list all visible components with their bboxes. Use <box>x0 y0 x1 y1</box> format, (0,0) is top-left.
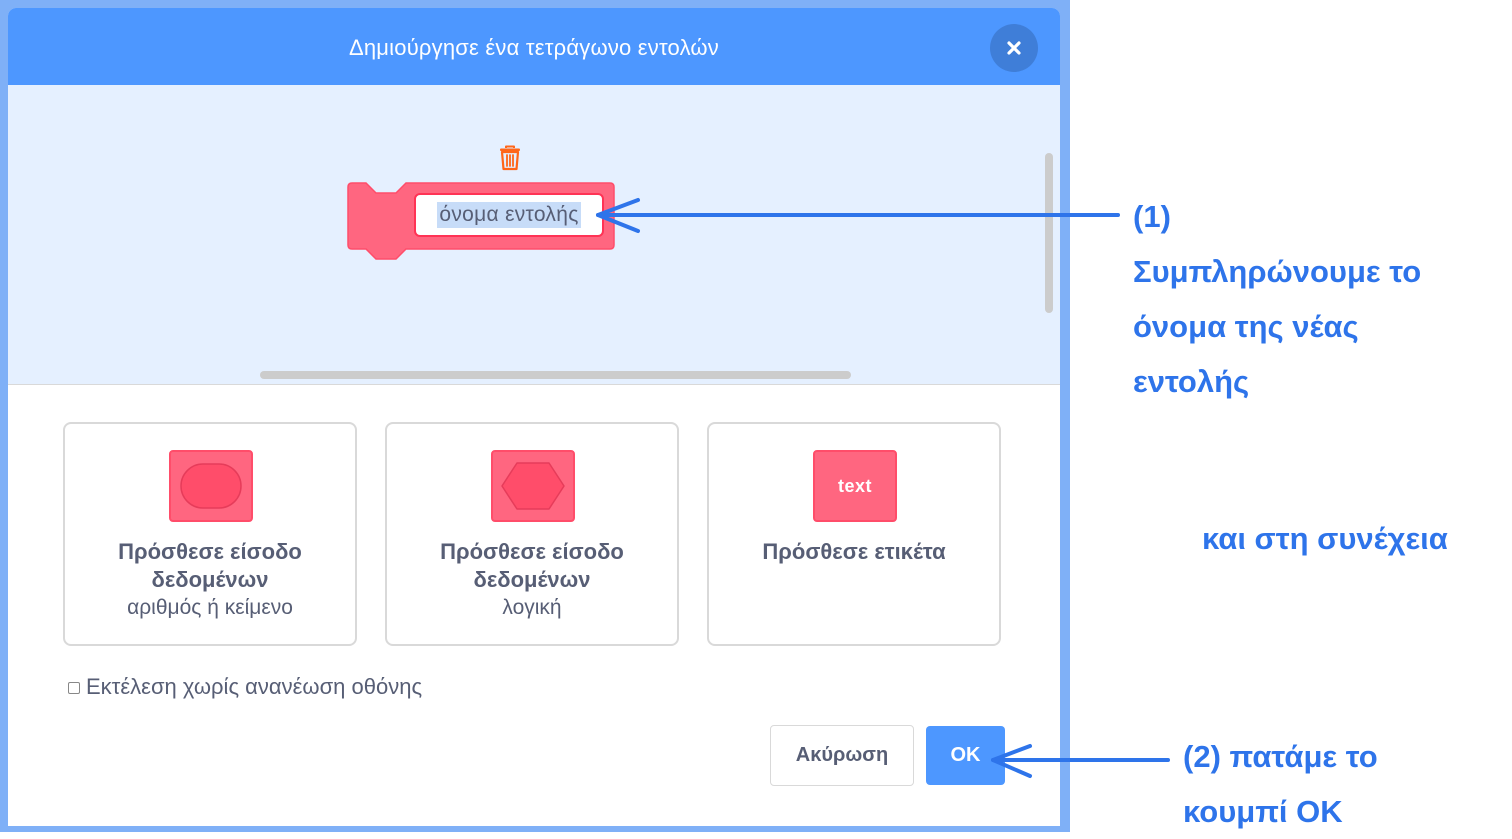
option-title: Πρόσθεσε είσοδο δεδομένων <box>118 539 302 592</box>
block-name-input[interactable]: όνομα εντολής <box>414 193 604 237</box>
block-name-text: όνομα εντολής <box>437 202 581 228</box>
run-without-refresh-checkbox[interactable] <box>68 682 80 694</box>
add-input-boolean-button[interactable]: Πρόσθεσε είσοδο δεδομένων λογική <box>385 422 679 646</box>
run-without-refresh-label: Εκτέλεση χωρίς ανανέωση οθόνης <box>86 674 423 699</box>
block-preview-workspace: όνομα εντολής <box>8 85 1060 385</box>
annotation-middle: και στη συνέχεια <box>1202 521 1448 556</box>
add-input-number-text-button[interactable]: Πρόσθεσε είσοδο δεδομένων αριθμός ή κείμ… <box>63 422 357 646</box>
horizontal-scrollbar[interactable] <box>260 371 851 379</box>
modal-header: Δημιούργησε ένα τετράγωνο εντολών <box>8 8 1060 85</box>
close-button[interactable] <box>990 24 1038 72</box>
modal-title: Δημιούργησε ένα τετράγωνο εντολών <box>348 35 720 60</box>
annotation-step1: (1) Συμπληρώνουμε το όνομα της νέας εντο… <box>1133 199 1422 399</box>
close-icon <box>1007 41 1021 55</box>
trash-icon[interactable] <box>498 145 522 171</box>
ok-button[interactable]: OK <box>926 726 1005 785</box>
text-label-icon: text <box>813 450 897 522</box>
option-subtitle: λογική <box>502 596 562 619</box>
add-label-button[interactable]: text Πρόσθεσε ετικέτα <box>707 422 1001 646</box>
run-without-refresh-row[interactable]: Εκτέλεση χωρίς ανανέωση οθόνης <box>68 672 422 702</box>
cancel-button[interactable]: Ακύρωση <box>770 725 914 786</box>
option-title: Πρόσθεσε ετικέτα <box>762 539 946 564</box>
option-title: Πρόσθεσε είσοδο δεδομένων <box>440 539 624 592</box>
option-subtitle: αριθμός ή κείμενο <box>127 596 293 619</box>
create-block-modal: Δημιούργησε ένα τετράγωνο εντολών όνομα … <box>8 8 1060 826</box>
modal-frame: Δημιούργησε ένα τετράγωνο εντολών όνομα … <box>0 0 1070 832</box>
hexagon-input-icon <box>491 450 575 522</box>
annotation-step2: (2) πατάμε το κουμπί OK <box>1183 739 1378 829</box>
oval-input-icon <box>169 450 253 522</box>
vertical-scrollbar[interactable] <box>1045 153 1053 313</box>
text-label-chip: text <box>837 475 872 496</box>
